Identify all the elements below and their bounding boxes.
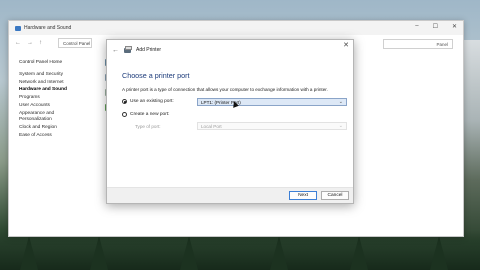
sidebar-item-user-accounts[interactable]: User Accounts: [19, 102, 99, 110]
back-arrow-icon[interactable]: ←: [112, 47, 119, 54]
dialog-footer: Next Cancel: [107, 187, 353, 203]
cancel-button[interactable]: Cancel: [321, 191, 349, 200]
minimize-icon[interactable]: –: [415, 23, 418, 30]
address-bar[interactable]: Control Panel: [58, 38, 92, 48]
maximize-icon[interactable]: ☐: [433, 23, 438, 30]
dialog-title: Add Printer: [136, 47, 162, 53]
desktop-tree: [270, 236, 288, 270]
dialog-heading: Choose a printer port: [122, 71, 190, 80]
control-panel-icon: [15, 25, 21, 31]
close-icon[interactable]: ✕: [452, 23, 457, 30]
search-text: Panel: [436, 41, 448, 47]
window-controls: – ☐ ✕: [415, 23, 457, 30]
port-type-dropdown[interactable]: Local Port ⌄: [197, 122, 347, 130]
dialog-close-icon[interactable]: ✕: [343, 41, 349, 49]
sidebar-item-programs[interactable]: Programs: [19, 94, 99, 102]
desktop-tree: [350, 236, 368, 270]
dialog-header: ← Add Printer: [107, 40, 353, 60]
chevron-down-icon: ⌄: [338, 99, 343, 105]
sidebar-item-home[interactable]: Control Panel Home: [19, 59, 99, 67]
chevron-down-icon: ⌄: [338, 123, 343, 129]
option-existing-port[interactable]: Use an existing port:: [122, 99, 174, 104]
control-panel-titlebar: Hardware and Sound: [9, 21, 463, 35]
option-new-label: Create a new port:: [130, 112, 170, 117]
sidebar-item-network[interactable]: Network and Internet: [19, 79, 99, 87]
desktop-tree: [20, 236, 38, 270]
port-type-value: Local Port: [201, 123, 222, 129]
sidebar-item-clock-region[interactable]: Clock and Region: [19, 124, 99, 132]
desktop-tree: [90, 236, 108, 270]
search-box[interactable]: Panel: [383, 39, 453, 49]
window-title: Hardware and Sound: [24, 25, 72, 31]
desktop-tree: [180, 236, 198, 270]
existing-port-dropdown[interactable]: LPT1: (Printer Port) ⌄: [197, 98, 347, 106]
option-existing-label: Use an existing port:: [130, 99, 174, 104]
sidebar-item-hardware-sound[interactable]: Hardware and Sound: [19, 86, 99, 94]
back-arrow-icon[interactable]: ←: [15, 40, 21, 46]
up-arrow-icon[interactable]: ↑: [39, 40, 42, 46]
sidebar-item-appearance[interactable]: Appearance and Personalization: [19, 111, 61, 123]
radio-new-port[interactable]: [122, 112, 127, 117]
desktop-tree: [430, 236, 448, 270]
sidebar-item-ease-access[interactable]: Ease of Access: [19, 132, 99, 140]
dialog-description: A printer port is a type of connection t…: [122, 87, 328, 92]
add-printer-dialog: ✕ ← Add Printer Choose a printer port A …: [106, 39, 354, 204]
forward-arrow-icon[interactable]: →: [27, 40, 33, 46]
port-type-label: Type of port:: [135, 124, 161, 129]
control-panel-sidebar: Control Panel Home System and Security N…: [19, 59, 99, 139]
printer-icon: [124, 45, 132, 53]
sidebar-item-system-security[interactable]: System and Security: [19, 71, 99, 79]
address-text: Control Panel: [63, 40, 91, 46]
radio-existing-port[interactable]: [122, 99, 127, 104]
next-button[interactable]: Next: [289, 191, 317, 200]
option-new-port[interactable]: Create a new port:: [122, 112, 169, 117]
